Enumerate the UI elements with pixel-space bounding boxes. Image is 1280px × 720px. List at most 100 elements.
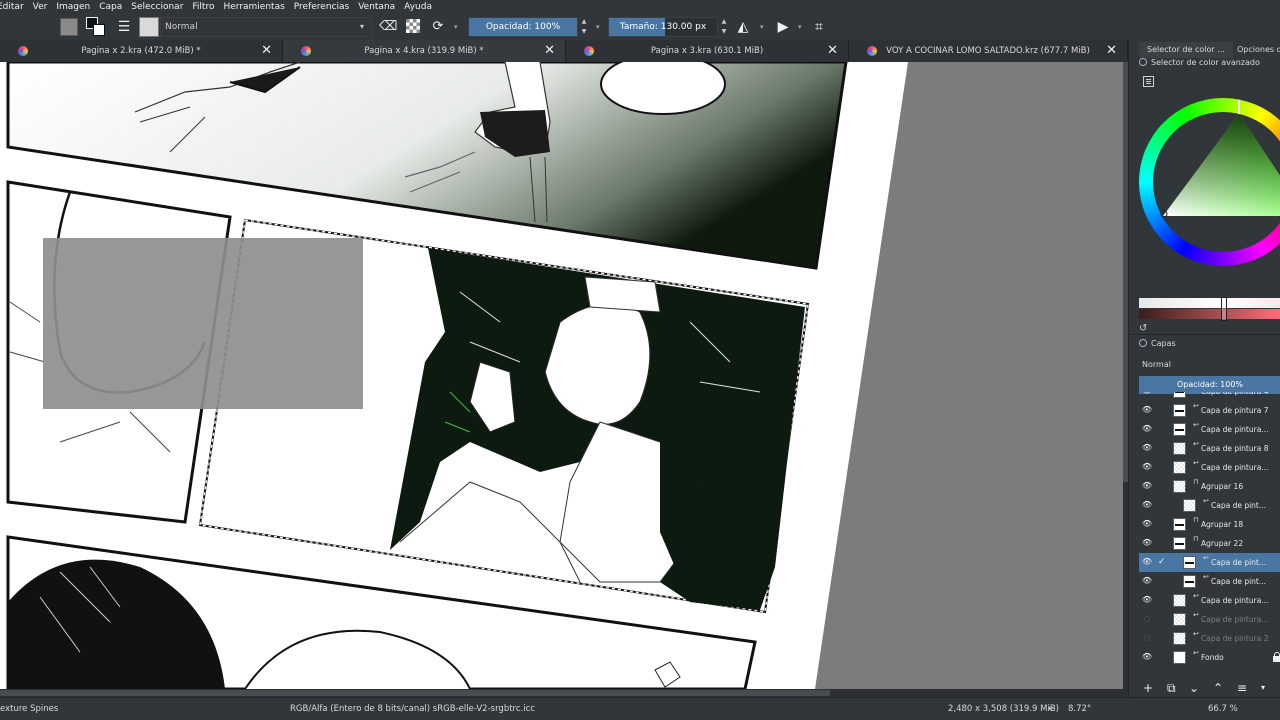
pattern-swatch[interactable] bbox=[60, 18, 78, 36]
clip-icon: ↩ bbox=[1193, 402, 1199, 410]
blend-mode-select[interactable]: Normal bbox=[160, 17, 372, 37]
layer-name: Agrupar 18 bbox=[1201, 520, 1244, 529]
size-label: Tamaño: 130.00 px bbox=[619, 22, 707, 32]
reload-preset-icon[interactable]: ⟳ bbox=[430, 17, 446, 37]
layer-name: Fondo bbox=[1201, 653, 1224, 662]
menu-ayuda[interactable]: Ayuda bbox=[400, 0, 437, 14]
status-bar: exture Spines RGB/Alfa (Entero de 8 bits… bbox=[0, 697, 1280, 720]
layer-row[interactable]: 👁 ↩ Capa de pintura... bbox=[1139, 458, 1280, 477]
layer-thumbnail bbox=[1173, 594, 1186, 607]
horizontal-mirror-icon[interactable]: ◭ bbox=[734, 17, 752, 37]
menu-ventana[interactable]: Ventana bbox=[354, 0, 400, 14]
reset-icon[interactable]: ↺ bbox=[1139, 323, 1147, 334]
layer-row[interactable]: 👁 ⊓ Agrupar 16 bbox=[1139, 477, 1280, 496]
visibility-eye-icon[interactable]: 👁 bbox=[1141, 462, 1153, 472]
wrap-around-icon[interactable]: ⌗ bbox=[810, 17, 828, 37]
visibility-eye-icon[interactable]: 👁 bbox=[1141, 652, 1153, 662]
sv-triangle[interactable] bbox=[1139, 98, 1280, 266]
chevron-down-icon[interactable]: ▾ bbox=[454, 17, 458, 37]
opacity-stepper[interactable]: ▲ ▼ bbox=[580, 17, 588, 37]
close-icon[interactable]: ✕ bbox=[1106, 40, 1117, 62]
layer-row[interactable]: ◌ ↩ Capa de pintura... bbox=[1139, 610, 1280, 629]
chevron-down-icon[interactable]: ▾ bbox=[760, 17, 764, 37]
foreground-background-color-icon[interactable] bbox=[86, 17, 106, 37]
tab-document-1[interactable]: Pagina x 2.kra (472.0 MiB) * ✕ bbox=[0, 40, 283, 62]
close-icon[interactable]: ✕ bbox=[261, 40, 272, 62]
menu-capa[interactable]: Capa bbox=[95, 0, 127, 14]
menu-preferencias[interactable]: Preferencias bbox=[290, 0, 354, 14]
add-layer-icon[interactable]: + bbox=[1143, 680, 1153, 696]
layer-row[interactable]: ◌ ↩ Capa de pintura 2 bbox=[1139, 629, 1280, 648]
layer-properties-icon[interactable]: ≡ bbox=[1237, 680, 1247, 696]
chevron-down-icon[interactable]: ▾ bbox=[1261, 680, 1265, 696]
layer-row[interactable]: 👁 ⊓ Agrupar 22 bbox=[1139, 534, 1280, 553]
menu-filtro[interactable]: Filtro bbox=[188, 0, 219, 14]
visibility-eye-icon[interactable]: 👁 bbox=[1141, 443, 1153, 453]
visibility-eye-icon[interactable]: 👁 bbox=[1141, 576, 1153, 586]
tab-document-2[interactable]: Pagina x 4.kra (319.9 MiB) * ✕ bbox=[283, 40, 566, 62]
brush-settings-icon[interactable]: ☰ bbox=[116, 17, 132, 37]
tab-tool-options[interactable]: Opciones de bbox=[1229, 42, 1280, 58]
visibility-eye-icon[interactable]: 👁 bbox=[1141, 595, 1153, 605]
visibility-eye-icon[interactable]: 👁 bbox=[1141, 500, 1153, 510]
tab-document-4[interactable]: VOY A COCINAR LOMO SALTADO.krz (677.7 Mi… bbox=[849, 40, 1128, 62]
color-settings-icon[interactable] bbox=[1143, 76, 1154, 87]
menu-herramientas[interactable]: Herramientas bbox=[219, 0, 289, 14]
chevron-down-icon[interactable]: ▾ bbox=[360, 17, 364, 37]
layer-row[interactable]: 👁 ✓ ↩ Capa de pint... bbox=[1139, 553, 1280, 572]
document-tab-bar: Pagina x 2.kra (472.0 MiB) * ✕ Pagina x … bbox=[0, 40, 1128, 62]
visibility-eye-icon[interactable]: 👁 bbox=[1141, 405, 1153, 415]
layer-name: Capa de pint... bbox=[1211, 501, 1267, 510]
visibility-eye-icon[interactable]: 👁 bbox=[1141, 519, 1153, 529]
brush-preset-icon[interactable] bbox=[139, 17, 159, 37]
tab-document-3[interactable]: Pagina x 3.kra (630.1 MiB) ✕ bbox=[566, 40, 849, 62]
layer-row[interactable]: 👁 ⊓ Agrupar 18 bbox=[1139, 515, 1280, 534]
menu-imagen[interactable]: Imagen bbox=[52, 0, 95, 14]
preserve-alpha-icon[interactable] bbox=[406, 19, 420, 33]
visibility-eye-icon[interactable]: 👁 bbox=[1141, 424, 1153, 434]
group-icon: ⊓ bbox=[1193, 478, 1199, 486]
size-stepper[interactable]: ▲ ▼ bbox=[720, 17, 728, 37]
move-down-icon[interactable]: ⌄ bbox=[1189, 680, 1199, 696]
rotation-value: 8.72° bbox=[1068, 704, 1092, 714]
eraser-mode-icon[interactable]: ⌫ bbox=[379, 17, 397, 37]
visibility-eye-icon[interactable]: 👁 bbox=[1141, 392, 1153, 396]
layer-row[interactable]: 👁 ↩ Capa de pintura... bbox=[1139, 420, 1280, 439]
size-slider[interactable]: Tamaño: 130.00 px bbox=[608, 17, 718, 37]
visibility-eye-icon[interactable]: 👁 bbox=[1141, 557, 1153, 567]
horizontal-scrollbar[interactable] bbox=[0, 689, 1128, 697]
opacity-slider[interactable]: Opacidad: 100% bbox=[468, 17, 578, 37]
rotation-icon[interactable]: ⇠ bbox=[1048, 698, 1055, 720]
visibility-eye-icon[interactable]: ◌ bbox=[1141, 614, 1153, 624]
tab-color-selector[interactable]: Selector de color ... bbox=[1139, 42, 1233, 58]
close-icon[interactable]: ✕ bbox=[544, 40, 555, 62]
layer-name: Agrupar 22 bbox=[1201, 539, 1244, 548]
duplicate-layer-icon[interactable]: ⧉ bbox=[1167, 680, 1176, 696]
zoom-level[interactable]: 66.7 % bbox=[1208, 698, 1238, 720]
drawing-canvas[interactable] bbox=[0, 62, 1123, 689]
visibility-eye-icon[interactable]: 👁 bbox=[1141, 538, 1153, 548]
layer-row[interactable]: 👁 ↩ Capa de pint... bbox=[1139, 496, 1280, 515]
menu-seleccionar[interactable]: Seleccionar bbox=[127, 0, 188, 14]
close-icon[interactable]: ✕ bbox=[827, 40, 838, 62]
tool-options-bar: ☰ Normal ▾ ⌫ ⟳ ▾ Opacidad: 100% ▲ ▼ ▾ Tam… bbox=[0, 14, 1280, 40]
menu-editar[interactable]: Editar bbox=[0, 0, 29, 14]
color-history-strip[interactable] bbox=[1139, 297, 1280, 321]
chevron-down-icon[interactable]: ▾ bbox=[596, 17, 600, 37]
layer-blend-mode-select[interactable]: Normal bbox=[1139, 356, 1280, 374]
chevron-down-icon[interactable]: ▾ bbox=[798, 17, 802, 37]
layer-row[interactable]: 👁 ↩ Capa de pintura... bbox=[1139, 591, 1280, 610]
menu-ver[interactable]: Ver bbox=[29, 0, 53, 14]
layer-row[interactable]: 👁 ↩ Capa de pintura 8 bbox=[1139, 439, 1280, 458]
layer-row[interactable]: 👁 ↩ Capa de pint... bbox=[1139, 572, 1280, 591]
layer-row[interactable]: 👁 ↩ Fondo bbox=[1139, 648, 1280, 667]
lock-icon[interactable] bbox=[1273, 652, 1280, 662]
visibility-eye-icon[interactable]: ◌ bbox=[1141, 633, 1153, 643]
move-up-icon[interactable]: ⌃ bbox=[1213, 680, 1223, 696]
hue-wheel[interactable] bbox=[1139, 98, 1280, 266]
visibility-eye-icon[interactable]: 👁 bbox=[1141, 481, 1153, 491]
layer-row[interactable]: 👁 ↩ Capa de pintura 7 bbox=[1139, 401, 1280, 420]
layer-row[interactable]: 👁↩Capa de pintura 4 bbox=[1139, 392, 1280, 401]
layer-name: Agrupar 16 bbox=[1201, 482, 1244, 491]
vertical-mirror-icon[interactable]: ▶ bbox=[774, 17, 792, 37]
